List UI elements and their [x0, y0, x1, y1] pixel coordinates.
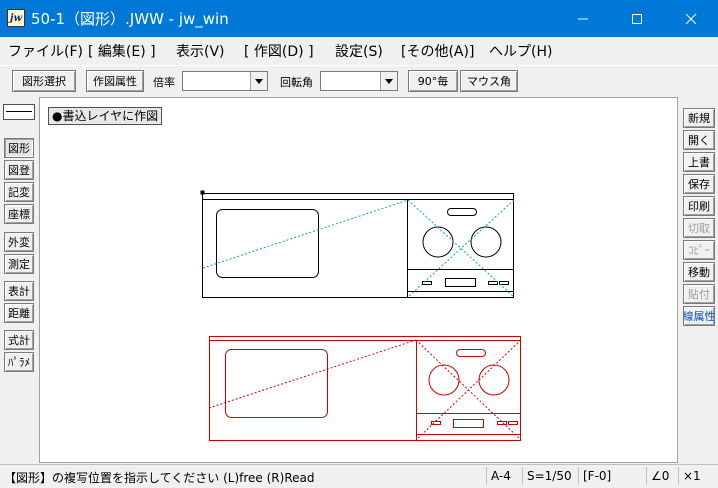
- rotation-label: 回転角: [280, 76, 313, 89]
- paper-size[interactable]: A-4: [486, 467, 522, 485]
- scale-dropdown-arrow[interactable]: [250, 72, 267, 90]
- status-message: 【図形】の複写位置を指示してください (L)free (R)Read: [4, 471, 315, 485]
- scale-label: 倍率: [153, 76, 175, 89]
- line-style-indicator[interactable]: [3, 104, 35, 120]
- save-button[interactable]: 保存: [683, 174, 715, 194]
- window-title: 50-1（図形）.JWW - jw_win: [31, 10, 229, 28]
- left-tool-measure[interactable]: 測定: [4, 254, 34, 274]
- menu-edit[interactable]: [ 編集(E) ]: [88, 41, 156, 61]
- maximize-button[interactable]: [610, 0, 664, 37]
- title-bar: jw 50-1（図形）.JWW - jw_win: [0, 0, 718, 37]
- menu-file[interactable]: ファイル(F): [8, 41, 83, 61]
- rotation-dropdown-arrow[interactable]: [380, 72, 397, 90]
- zoom-readout[interactable]: ×1: [678, 467, 718, 485]
- scale-combo[interactable]: [182, 71, 268, 91]
- open-button[interactable]: 開く: [683, 130, 715, 150]
- mouse-angle-button[interactable]: マウス角: [460, 70, 518, 92]
- paste-button[interactable]: 貼付: [683, 284, 715, 304]
- menu-view[interactable]: 表示(V): [176, 41, 225, 61]
- auxiliary-lines: [202, 199, 515, 298]
- left-tool-register[interactable]: 図登: [4, 160, 34, 180]
- left-tool-distance[interactable]: 距離: [4, 303, 34, 323]
- minimize-button[interactable]: [556, 0, 610, 37]
- counter-preview: [208, 336, 522, 441]
- print-button[interactable]: 印刷: [683, 196, 715, 216]
- angle-readout[interactable]: ∠0: [646, 467, 678, 485]
- rotation-combo[interactable]: [320, 71, 398, 91]
- close-icon: [685, 13, 697, 24]
- drawing-scale[interactable]: S=1/50: [522, 467, 578, 485]
- cut-button[interactable]: 切取: [683, 218, 715, 238]
- menu-other[interactable]: [その他(A)]: [401, 41, 474, 61]
- current-layer[interactable]: [F-0]: [578, 467, 646, 485]
- jw-app-icon[interactable]: jw: [7, 9, 25, 27]
- left-tool-symbol-edit[interactable]: 記変: [4, 182, 34, 202]
- left-tool-table-calc[interactable]: 表計: [4, 281, 34, 301]
- left-tool-parametric[interactable]: ﾊﾟﾗﾒ: [4, 352, 34, 372]
- control-toolbar: 図形選択 作図属性 倍率 回転角 90°毎 マウス角: [0, 65, 718, 96]
- draw-attribute-button[interactable]: 作図属性: [86, 70, 144, 92]
- copy-button[interactable]: ｺﾋﾟｰ: [683, 240, 715, 260]
- left-toolbar: 図形 図登 記変 座標 外変 測定 表計 距離 式計 ﾊﾟﾗﾒ: [0, 97, 38, 463]
- move-button[interactable]: 移動: [683, 262, 715, 282]
- new-button[interactable]: 新規: [683, 108, 715, 128]
- left-tool-coordinates[interactable]: 座標: [4, 204, 34, 224]
- minimize-icon: [578, 18, 588, 19]
- overwrite-button[interactable]: 上書: [683, 152, 715, 172]
- right-toolbar: 新規 開く 上書 保存 印刷 切取 ｺﾋﾟｰ 移動 貼付 線属性: [679, 97, 718, 463]
- cad-drawing: [200, 190, 522, 441]
- chevron-down-icon: [255, 78, 263, 84]
- maximize-icon: [632, 13, 642, 24]
- menu-settings[interactable]: 設定(S): [335, 41, 383, 61]
- left-tool-shape[interactable]: 図形: [4, 138, 34, 158]
- counter-original: [200, 190, 514, 298]
- chevron-down-icon: [385, 78, 393, 84]
- left-tool-formula[interactable]: 式計: [4, 330, 34, 350]
- rotate-90-button[interactable]: 90°毎: [408, 70, 458, 92]
- left-tool-external[interactable]: 外変: [4, 232, 34, 252]
- line-attribute-button[interactable]: 線属性: [683, 306, 715, 326]
- menu-draw[interactable]: [ 作図(D) ]: [244, 41, 314, 61]
- drawing-canvas[interactable]: ●書込レイヤに作図: [39, 97, 678, 463]
- line-sample: [6, 111, 32, 112]
- shape-select-button[interactable]: 図形選択: [12, 70, 76, 92]
- menu-bar: ファイル(F) [ 編集(E) ] 表示(V) [ 作図(D) ] 設定(S) …: [0, 37, 718, 63]
- status-bar: 【図形】の複写位置を指示してください (L)free (R)Read A-4 S…: [0, 464, 718, 488]
- close-button[interactable]: [664, 0, 718, 37]
- menu-help[interactable]: ヘルプ(H): [489, 41, 552, 61]
